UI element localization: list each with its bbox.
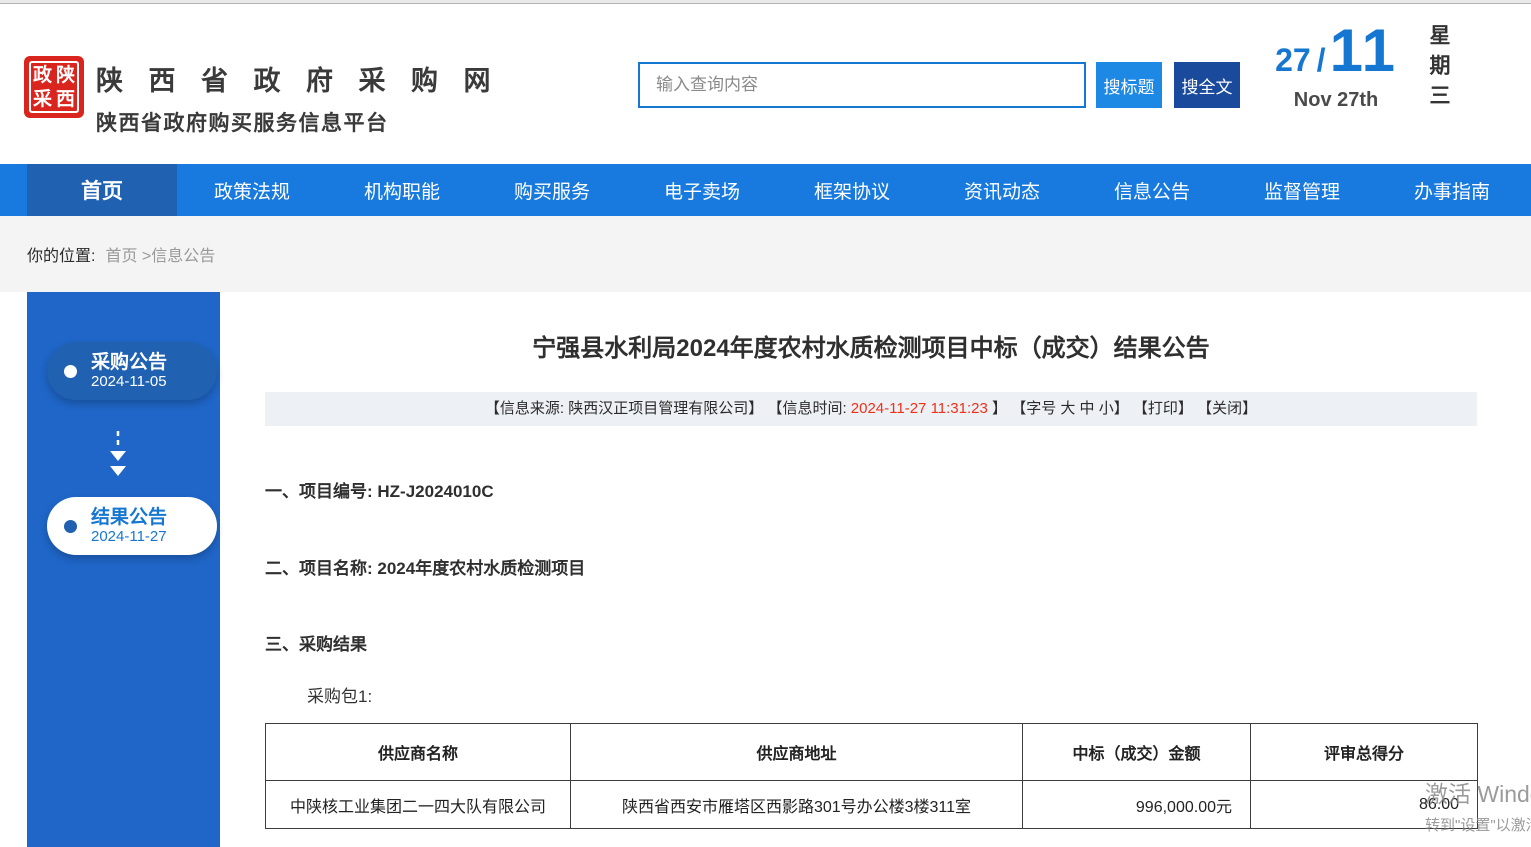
date-month: 11 (1330, 16, 1397, 85)
print-button[interactable]: 【打印】 (1133, 400, 1193, 417)
seal-icon: 政 陕 采 西 (29, 61, 79, 113)
meta-time-suffix: 】 (988, 400, 1007, 417)
close-button[interactable]: 【关闭】 (1197, 400, 1257, 417)
font-size-control[interactable]: 【字号 大 中 小】 (1011, 400, 1129, 417)
logo-char: 西 (54, 87, 77, 111)
meta-source: 【信息来源: 陕西汉正项目管理有限公司】 (485, 400, 763, 417)
breadcrumb: 你的位置: 首页 >信息公告 (0, 216, 1531, 292)
arrow-down-icon (108, 430, 128, 487)
step-date: 2024-11-05 (91, 373, 167, 390)
step-title: 结果公告 (91, 507, 167, 529)
header-review-score: 评审总得分 (1251, 724, 1478, 781)
cell-supplier-name: 中陕核工业集团二一四大队有限公司 (266, 781, 571, 829)
nav-item-announcements[interactable]: 信息公告 (1077, 164, 1227, 216)
logo-char: 政 (31, 63, 54, 87)
site-title: 陕 西 省 政 府 采 购 网 (96, 59, 500, 98)
nav-item-policies[interactable]: 政策法规 (177, 164, 327, 216)
nav-item-news[interactable]: 资讯动态 (927, 164, 1077, 216)
main-content: 采购公告 2024-11-05 结果公告 2024-11-27 宁强县水利局20… (0, 292, 1531, 847)
result-table: 供应商名称 供应商地址 中标（成交）金额 评审总得分 中陕核工业集团二一四大队有… (265, 723, 1478, 829)
nav-item-purchase-services[interactable]: 购买服务 (477, 164, 627, 216)
nav-item-functions[interactable]: 机构职能 (327, 164, 477, 216)
section-project-number: 一、项目编号: HZ-J2024010C (265, 477, 1477, 502)
date-day: 27 (1275, 42, 1311, 79)
package-label: 采购包1: (307, 682, 1477, 707)
search-input[interactable] (638, 62, 1086, 108)
header-supplier-address: 供应商地址 (571, 724, 1023, 781)
site-subtitle: 陕西省政府购买服务信息平台 (96, 107, 500, 137)
nav-item-framework-agreements[interactable]: 框架协议 (777, 164, 927, 216)
meta-time-prefix: 【信息时间: (767, 400, 850, 417)
cell-supplier-address: 陕西省西安市雁塔区西影路301号办公楼3楼311室 (571, 781, 1023, 829)
main-nav: 首页 政策法规 机构职能 购买服务 电子卖场 框架协议 资讯动态 信息公告 监督… (0, 164, 1531, 216)
date-separator: / (1317, 42, 1326, 79)
article-meta-bar: 【信息来源: 陕西汉正项目管理有限公司】 【信息时间: 2024-11-27 1… (265, 392, 1477, 426)
nav-item-supervision[interactable]: 监督管理 (1227, 164, 1377, 216)
nav-item-service-guide[interactable]: 办事指南 (1377, 164, 1527, 216)
breadcrumb-path[interactable]: 首页 >信息公告 (105, 242, 215, 266)
date-widget: 27 / 11 Nov 27th 星期三 (1275, 16, 1513, 114)
logo-char: 采 (31, 87, 54, 111)
site-titles: 陕 西 省 政 府 采 购 网 陕西省政府购买服务信息平台 (96, 59, 500, 137)
article: 宁强县水利局2024年度农村水质检测项目中标（成交）结果公告 【信息来源: 陕西… (265, 292, 1477, 829)
timeline-step-result-notice[interactable]: 结果公告 2024-11-27 (47, 497, 217, 555)
search-bar: 搜标题 搜全文 (638, 62, 1240, 108)
header-supplier-name: 供应商名称 (266, 724, 571, 781)
step-title: 采购公告 (91, 352, 167, 374)
step-dot-icon (64, 365, 77, 378)
nav-item-home[interactable]: 首页 (27, 164, 177, 216)
date-numeric: 27 / 11 (1275, 16, 1397, 85)
search-title-button[interactable]: 搜标题 (1096, 62, 1162, 108)
search-fulltext-button[interactable]: 搜全文 (1174, 62, 1240, 108)
cell-review-score: 86.00 (1251, 781, 1478, 829)
section-result-heading: 三、采购结果 (265, 630, 1477, 655)
meta-time-value: 2024-11-27 11:31:23 (851, 400, 988, 417)
section-project-name: 二、项目名称: 2024年度农村水质检测项目 (265, 554, 1477, 579)
nav-item-e-marketplace[interactable]: 电子卖场 (627, 164, 777, 216)
logo-char: 陕 (54, 63, 77, 87)
step-dot-icon (64, 520, 77, 533)
date-weekday: 星期三 (1423, 16, 1453, 114)
site-header: 政 陕 采 西 陕 西 省 政 府 采 购 网 陕西省政府购买服务信息平台 搜标… (0, 4, 1531, 164)
timeline-step-procurement-notice[interactable]: 采购公告 2024-11-05 (47, 342, 217, 400)
cell-award-amount: 996,000.00元 (1023, 781, 1251, 829)
date-english: Nov 27th (1275, 89, 1397, 112)
header-award-amount: 中标（成交）金额 (1023, 724, 1251, 781)
table-row: 中陕核工业集团二一四大队有限公司 陕西省西安市雁塔区西影路301号办公楼3楼31… (266, 781, 1478, 829)
table-header-row: 供应商名称 供应商地址 中标（成交）金额 评审总得分 (266, 724, 1478, 781)
breadcrumb-label: 你的位置: (27, 242, 95, 266)
step-date: 2024-11-27 (91, 528, 167, 545)
site-logo[interactable]: 政 陕 采 西 (24, 56, 84, 118)
article-title: 宁强县水利局2024年度农村水质检测项目中标（成交）结果公告 (265, 328, 1477, 363)
